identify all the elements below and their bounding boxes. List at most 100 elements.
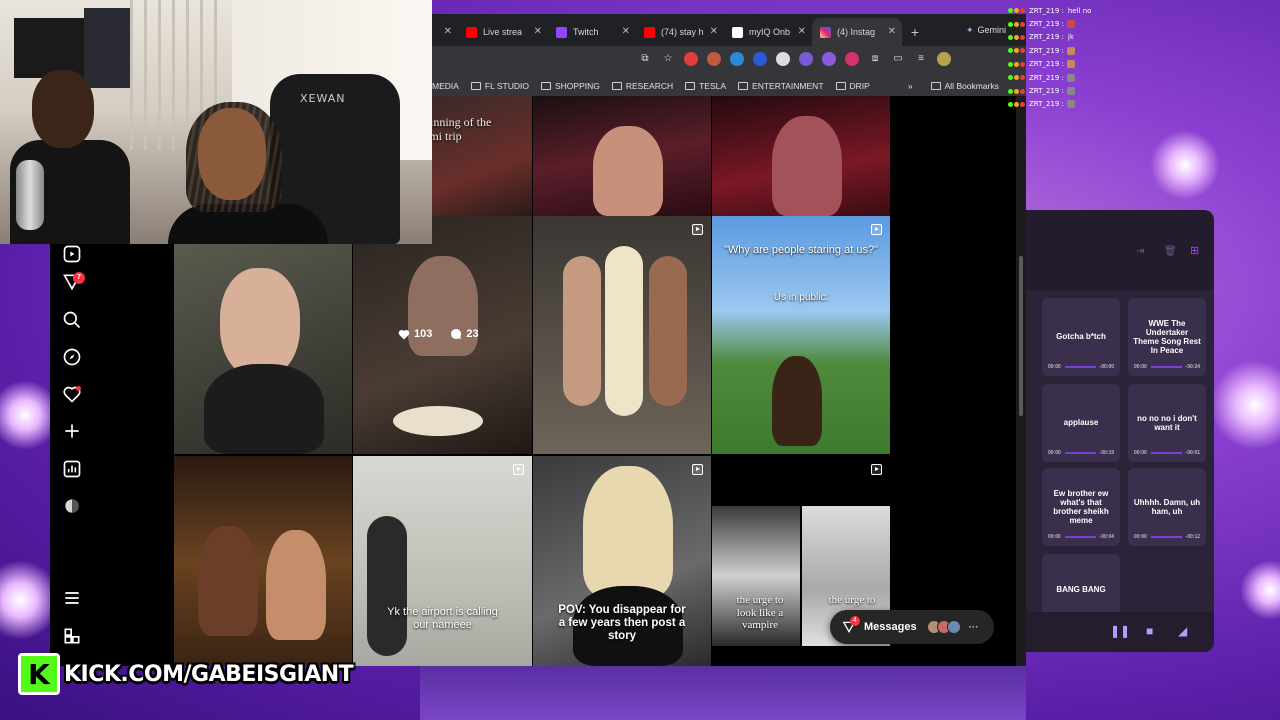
webcam-tv [14,18,84,78]
post-tile[interactable] [533,216,711,454]
post-subcaption: Us in public: [773,292,829,303]
browser-tab[interactable]: (74) stay h ✕ [636,18,724,46]
browser-tab[interactable]: ✕ [432,18,458,46]
post-figure [605,246,643,416]
chat-message: ZRT_219 : [1008,71,1128,84]
chat-message: ZRT_219 : hell no [1008,4,1128,17]
emote-icon [1066,100,1075,109]
reels-icon[interactable] [62,244,82,264]
avatar [946,620,961,634]
bookmark-folder[interactable]: SHOPPING [541,81,600,91]
sidebar-icon[interactable]: ▭ [891,52,905,66]
sound-button[interactable]: Gotcha b*tch 00:00 -00:00 [1042,298,1120,376]
folder-icon [470,82,481,90]
comments-value: 23 [466,328,479,340]
chat-username: ZRT_219 : [1029,33,1064,42]
post-caption: POV: You disappear for a few years then … [558,604,686,643]
messages-label: Messages [864,621,917,633]
close-tab-icon[interactable]: ✕ [798,26,806,37]
bookmark-label: All Bookmarks [944,81,999,91]
extension-icon[interactable] [799,52,813,66]
extension-icon[interactable] [822,52,836,66]
search-icon[interactable] [62,310,82,330]
emote-icon [1066,46,1075,55]
page-scrollbar[interactable] [1016,96,1026,666]
bookmark-folder[interactable]: MEDIA [432,81,459,91]
post-caption: ginning of the ami trip [432,115,492,143]
post-tile[interactable] [174,456,352,666]
all-bookmarks[interactable]: All Bookmarks [930,81,999,91]
post-tile[interactable]: "Why are people staring at us?" Us in pu… [712,216,890,454]
pause-icon[interactable]: ❚❚ [1110,624,1130,638]
scrollbar-thumb[interactable] [1019,256,1023,416]
profile-avatar-icon[interactable] [62,496,82,516]
sparkle-decoration [1210,360,1280,450]
sound-button[interactable]: no no no i don't want it 00:00 -00:01 [1128,384,1206,462]
extension-icon[interactable] [684,52,698,66]
post-hover-stats: 103 23 [398,328,479,340]
instagram-sidebar [50,244,174,666]
add-sound-icon[interactable]: ⊞ [1190,244,1199,257]
sound-button[interactable]: WWE The Undertaker Theme Song Rest In Pe… [1128,298,1206,376]
extension-icon[interactable] [753,52,767,66]
chat-username: ZRT_219 : [1029,46,1064,55]
close-tab-icon[interactable]: ✕ [534,26,542,37]
gemini-sparkle-icon: ✦ [966,24,974,35]
post-tile[interactable] [174,244,352,454]
likes-value: 103 [414,328,433,340]
browser-tab-active[interactable]: (4) Instag ✕ [812,18,902,46]
bookmark-label: DRIP [849,81,870,91]
bookmark-folder[interactable]: RESEARCH [611,81,673,91]
background-strip [420,666,1026,720]
bookmark-folder[interactable]: FL STUDIO [470,81,529,91]
threads-apps-icon[interactable] [62,626,82,646]
post-tile[interactable] [533,96,711,216]
trash-icon[interactable]: 🗑 [1164,246,1177,257]
stop-icon[interactable]: ■ [1146,624,1153,638]
post-tile[interactable]: ginning of the ami trip [432,96,532,216]
new-tab-button[interactable]: + [902,18,928,46]
cast-icon[interactable]: ⧉ [638,52,652,66]
sound-button[interactable]: Ew brother ew what's that brother sheikh… [1042,468,1120,546]
post-tile[interactable] [712,96,890,216]
menu-hamburger-icon[interactable] [62,588,82,608]
profile-avatar[interactable] [937,52,951,66]
close-tab-icon[interactable]: ✕ [444,26,452,37]
extension-icon[interactable] [776,52,790,66]
extension-icon[interactable] [845,52,859,66]
soundboard-toolbar-icon[interactable]: ⇥ [1136,246,1144,257]
tab-strip: ✕ Live strea ✕ Twitch ✕ (74) stay h ✕ my… [432,18,1026,48]
close-tab-icon[interactable]: ✕ [710,26,718,37]
close-tab-icon[interactable]: ✕ [888,26,896,37]
reading-list-icon[interactable]: ≡ [914,52,928,66]
volume-icon[interactable]: ◢ [1178,624,1187,638]
browser-tab[interactable]: Live strea ✕ [458,18,548,46]
sound-progress: 00:00 -00:19 [1048,450,1114,456]
create-plus-icon[interactable] [62,421,82,441]
bookmark-label: MEDIA [432,81,459,91]
close-tab-icon[interactable]: ✕ [622,26,630,37]
post-figure [649,256,687,406]
address-bar-area: ⧉ ☆ ⧈ ▭ ≡ [432,46,1026,76]
reel-icon [692,464,703,475]
puzzle-extensions-icon[interactable]: ⧈ [868,52,882,66]
browser-tab[interactable]: myIQ Onb ✕ [724,18,812,46]
bookmark-folder[interactable]: TESLA [685,81,726,91]
extension-icons: ⧉ ☆ ⧈ ▭ ≡ [638,52,951,66]
post-figure [593,126,663,216]
bookmark-folder[interactable]: DRIP [835,81,870,91]
chat-username: ZRT_219 : [1029,73,1064,82]
bookmark-star-icon[interactable]: ☆ [661,52,675,66]
bookmark-folder[interactable]: ENTERTAINMENT [738,81,824,91]
sound-button[interactable]: Uhhhh. Damn, uh ham, uh 00:00 -00:12 [1128,468,1206,546]
messages-avatars [926,620,961,634]
extension-icon[interactable] [707,52,721,66]
extension-icon[interactable] [730,52,744,66]
post-tile[interactable]: Yk the airport is calling our nameee [353,456,532,666]
explore-icon[interactable] [62,347,82,367]
browser-tab[interactable]: Twitch ✕ [548,18,636,46]
post-tile[interactable]: POV: You disappear for a few years then … [533,456,711,666]
dashboard-icon[interactable] [62,459,82,479]
sound-button[interactable]: applause 00:00 -00:19 [1042,384,1120,462]
bookmarks-overflow-icon[interactable]: » [908,81,913,91]
